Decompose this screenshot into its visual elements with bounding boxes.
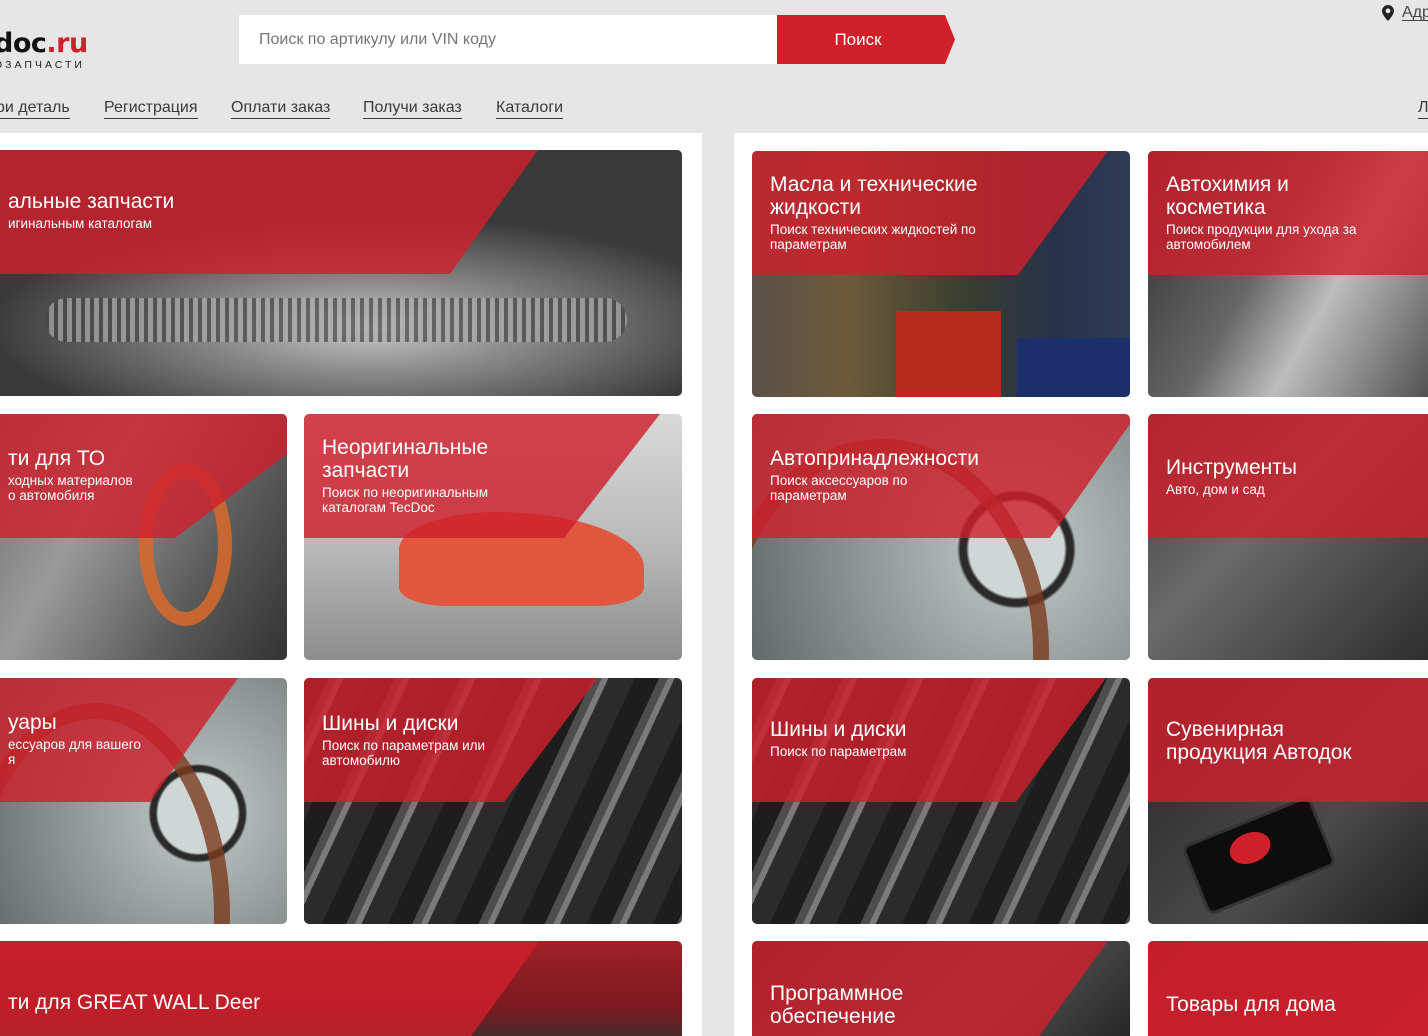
card-souvenirs[interactable]: Сувенирная продукция Автодок [1148, 678, 1428, 924]
nav-pay-order[interactable]: Оплати заказ [231, 98, 331, 119]
card-title: Масла и технические жидкости [770, 173, 978, 219]
card-title: Шины и диски [322, 712, 459, 735]
card-title: Неоригинальные запчасти [322, 436, 489, 482]
nav-account[interactable]: Л [1418, 98, 1428, 119]
card-title: Автохимия и косметика [1166, 173, 1289, 219]
nav-registration[interactable]: Регистрация [104, 98, 198, 119]
card-subtitle: Поиск технических жидкостей по параметра… [770, 222, 976, 252]
card-title: Программное обеспечение [770, 982, 904, 1028]
nav-receive-order[interactable]: Получи заказ [363, 98, 462, 119]
card-subtitle: ессуаров для вашего я [8, 737, 141, 767]
card-aftermarket-parts[interactable]: Неоригинальные запчасти Поиск по неориги… [304, 414, 682, 660]
card-car-chemicals[interactable]: Автохимия и косметика Поиск продукции дл… [1148, 151, 1428, 397]
card-original-parts[interactable]: альные запчасти игинальным каталогам [0, 150, 682, 396]
card-tires-wheels[interactable]: Шины и диски Поиск по параметрам или авт… [304, 678, 682, 924]
main-nav: ри деталь Регистрация Оплати заказ Получ… [0, 98, 1428, 122]
card-subtitle: Поиск по неоригинальным каталогам TecDoc [322, 485, 489, 515]
card-title: уары [8, 711, 57, 734]
card-title: Инструменты [1166, 456, 1297, 479]
right-panel: Масла и технические жидкости Поиск техни… [734, 133, 1428, 1036]
site-logo[interactable]: doc.ru ОЗАПЧАСТИ [0, 28, 88, 72]
card-great-wall-parts[interactable]: ти для GREAT WALL Deer [0, 941, 682, 1036]
map-pin-icon [1382, 5, 1394, 21]
card-title: Шины и диски [770, 718, 907, 741]
address-selector[interactable]: Адр [1382, 4, 1428, 22]
search-input[interactable] [239, 15, 777, 64]
left-panel: альные запчасти игинальным каталогам ти … [0, 133, 702, 1036]
card-title: Сувенирная продукция Автодок [1166, 718, 1352, 764]
card-title: Товары для дома [1166, 993, 1336, 1016]
card-subtitle: игинальным каталогам [8, 216, 152, 231]
card-title: Автопринадлежности [770, 447, 979, 470]
card-subtitle: Поиск по параметрам [770, 744, 907, 759]
card-tires-wheels-right[interactable]: Шины и диски Поиск по параметрам [752, 678, 1130, 924]
card-subtitle: Поиск продукции для ухода за автомобилем [1166, 222, 1357, 252]
nav-find-part[interactable]: ри деталь [0, 98, 70, 119]
card-title: альные запчасти [8, 190, 175, 213]
logo-tagline: ОЗАПЧАСТИ [0, 59, 85, 71]
card-software[interactable]: Программное обеспечение [752, 941, 1130, 1036]
card-maintenance-parts[interactable]: ти для ТО ходных материалов о автомобиля [0, 414, 287, 660]
nav-catalogs[interactable]: Каталоги [496, 98, 564, 119]
card-subtitle: Поиск по параметрам или автомобилю [322, 738, 486, 768]
card-auto-accessories[interactable]: Автопринадлежности Поиск аксессуаров по … [752, 414, 1130, 660]
card-subtitle: ходных материалов о автомобиля [8, 473, 133, 503]
logo-wordmark: doc.ru [0, 28, 88, 59]
card-title: ти для ТО [8, 447, 106, 470]
card-title: ти для GREAT WALL Deer [8, 991, 261, 1014]
card-oils-fluids[interactable]: Масла и технические жидкости Поиск техни… [752, 151, 1130, 397]
address-link[interactable]: Адр [1402, 4, 1428, 22]
card-tools[interactable]: Инструменты Авто, дом и сад [1148, 414, 1428, 660]
card-subtitle: Авто, дом и сад [1166, 482, 1265, 497]
card-accessories[interactable]: уары ессуаров для вашего я [0, 678, 287, 924]
card-subtitle: Поиск аксессуаров по параметрам [770, 473, 908, 503]
search-button[interactable]: Поиск [777, 15, 955, 64]
card-home-goods[interactable]: Товары для дома [1148, 941, 1428, 1036]
